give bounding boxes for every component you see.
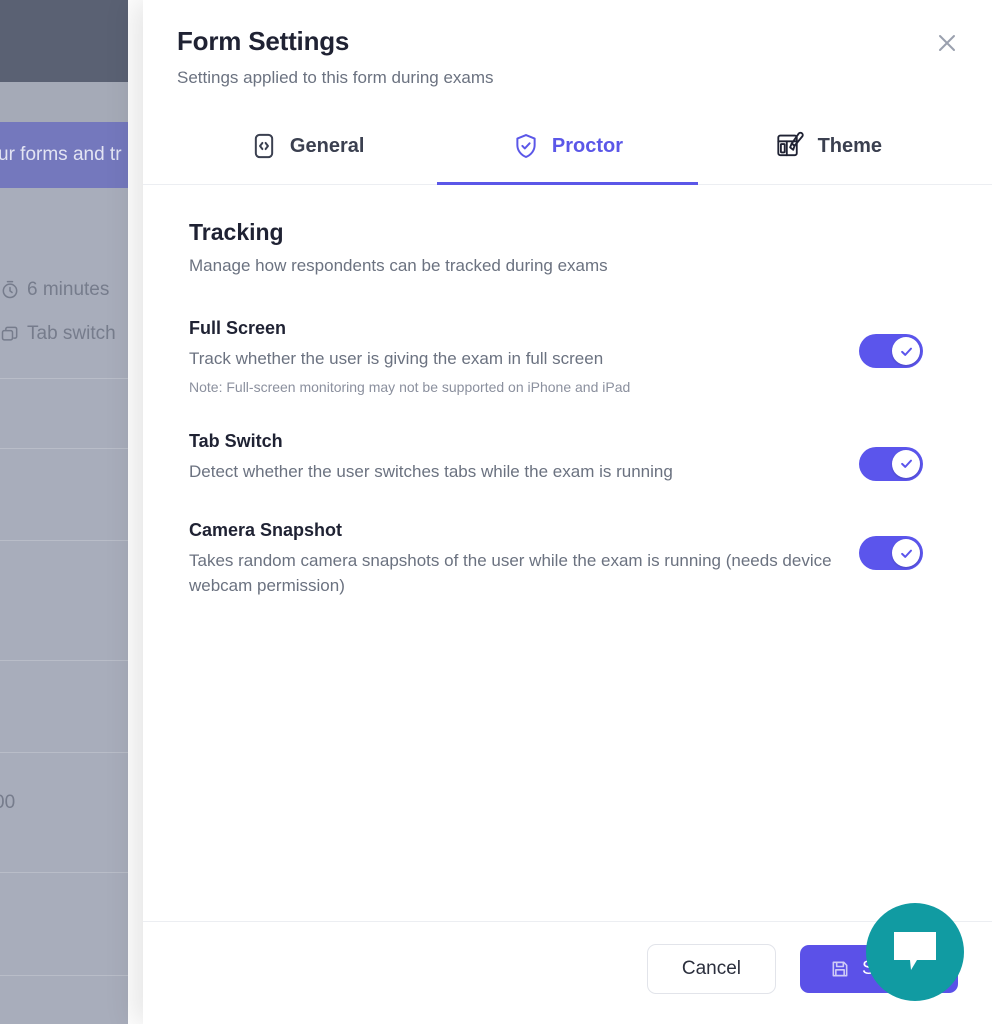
dialog-subtitle: Settings applied to this form during exa… [177, 68, 494, 87]
section-title: Tracking [189, 219, 284, 245]
setting-name: Tab Switch [189, 430, 283, 451]
toggle-full-screen[interactable] [859, 334, 923, 368]
background-row-divider [0, 975, 143, 976]
palette-brush-icon [774, 130, 806, 162]
setting-name: Camera Snapshot [189, 520, 343, 541]
check-icon [900, 459, 912, 469]
tab-proctor-label: Proctor [551, 134, 624, 157]
toggle-camera-snapshot[interactable] [859, 536, 923, 571]
setting-text: Full Screen Track whether the user is gi… [189, 318, 839, 395]
background-row-divider [0, 448, 143, 449]
stopwatch-icon [2, 280, 18, 299]
toggle-tab-switch[interactable] [859, 446, 923, 481]
background-banner-text: ur forms and tr [0, 144, 122, 165]
chat-bubble-icon [894, 932, 936, 970]
setting-name: Full Screen [189, 318, 287, 338]
background-topbar [0, 0, 143, 82]
close-button[interactable] [930, 26, 964, 60]
background-content [0, 188, 143, 1024]
floppy-disk-save-icon [830, 959, 850, 979]
background-banner: ur forms and tr [0, 122, 143, 188]
background-meta-duration-label: 6 minutes [27, 279, 110, 300]
toggle-knob [892, 449, 920, 478]
shield-check-icon [512, 132, 540, 160]
background-row-divider [0, 872, 143, 873]
tab-general[interactable]: General [177, 114, 437, 185]
tab-proctor[interactable]: Proctor [437, 114, 698, 185]
dialog-header: Form Settings Settings applied to this f… [143, 0, 992, 88]
dialog-footer: Cancel Save [143, 921, 992, 1024]
tab-theme-label: Theme [817, 134, 883, 157]
setting-note: Note: Full-screen monitoring may not be … [189, 378, 631, 395]
check-icon [900, 347, 912, 356]
chat-widget-button[interactable] [866, 903, 964, 1001]
tab-general-label: General [289, 134, 365, 157]
background-row-divider [0, 660, 143, 661]
background-row-divider [0, 540, 143, 541]
background-meta-duration: 6 minutes [0, 279, 143, 301]
toggle-knob [892, 539, 920, 568]
setting-description: Detect whether the user switches tabs wh… [189, 461, 673, 481]
code-brackets-icon [250, 132, 278, 160]
setting-description: Takes random camera snapshots of the use… [189, 551, 832, 595]
tab-theme[interactable]: Theme [698, 114, 958, 185]
section-subtitle: Manage how respondents can be tracked du… [189, 256, 608, 275]
setting-description: Track whether the user is giving the exa… [189, 349, 604, 368]
setting-row-full-screen: Full Screen Track whether the user is gi… [189, 318, 958, 395]
close-icon [939, 35, 955, 51]
background-edge-strip [128, 0, 143, 1024]
setting-row-tab-switch: Tab Switch Detect whether the user switc… [189, 431, 958, 485]
form-settings-dialog: Form Settings Settings applied to this f… [143, 0, 992, 1024]
setting-text: Camera Snapshot Takes random camera snap… [189, 520, 839, 598]
cancel-button[interactable]: Cancel [646, 944, 776, 994]
settings-tablist: General Proctor Theme [143, 114, 992, 185]
check-icon [900, 549, 912, 558]
setting-text: Tab Switch Detect whether the user switc… [189, 431, 839, 485]
dialog-title: Form Settings [177, 26, 350, 56]
background-gap [0, 82, 143, 122]
toggle-knob [892, 337, 920, 365]
background-row-divider [0, 752, 143, 753]
background-meta-tabswitch-label: Tab switch [27, 323, 116, 344]
tabs-icon [1, 326, 18, 341]
proctor-panel: Tracking Manage how respondents can be t… [143, 185, 992, 921]
background-meta-tabswitch: Tab switch [0, 323, 143, 345]
background-stray-value: 00 [0, 792, 16, 813]
background-row-divider [0, 378, 143, 379]
setting-row-camera-snapshot: Camera Snapshot Takes random camera snap… [189, 520, 958, 598]
